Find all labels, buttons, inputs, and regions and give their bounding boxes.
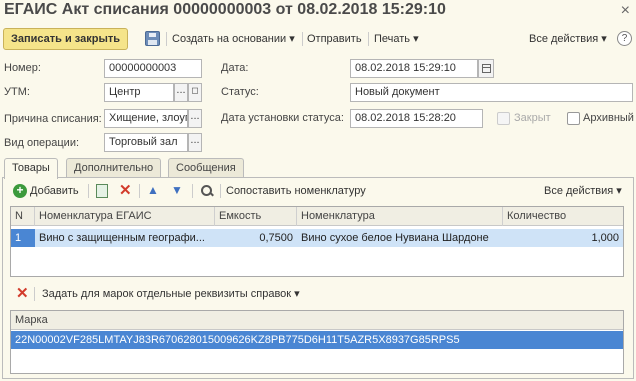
toolbar-divider xyxy=(368,32,369,46)
goods-all-actions-menu[interactable]: Все действия ▾ xyxy=(544,181,622,201)
save-icon[interactable] xyxy=(145,31,160,46)
marks-table-header: Марка xyxy=(11,311,623,330)
row-nomenclature: Вино сухое белое Нувиана Шардоне xyxy=(301,232,489,244)
chevron-down-icon: ▾ xyxy=(413,33,419,45)
tab-messages[interactable]: Сообщения xyxy=(168,158,244,178)
utm-select-button[interactable]: ... xyxy=(174,83,188,102)
row-capacity: 0,7500 xyxy=(259,232,293,244)
col-capacity[interactable]: Емкость xyxy=(215,207,297,226)
toolbar-divider xyxy=(166,32,167,46)
goods-table-header: N Номенклатура ЕГАИС Емкость Номенклатур… xyxy=(11,207,623,226)
date-label: Дата: xyxy=(221,62,249,74)
move-up-icon[interactable]: ▲ xyxy=(146,184,160,198)
row-number: 1 xyxy=(11,229,35,247)
status-label: Статус: xyxy=(221,86,259,98)
number-label: Номер: xyxy=(4,62,41,74)
status-field: Новый документ xyxy=(350,83,633,102)
col-quantity[interactable]: Количество xyxy=(503,207,623,226)
copy-icon[interactable] xyxy=(96,184,108,198)
status-date-field: 08.02.2018 15:28:20 xyxy=(350,109,483,128)
toolbar-divider xyxy=(220,184,221,198)
status-date-label: Дата установки статуса: xyxy=(221,112,344,124)
reason-field[interactable]: Хищение, злоуп xyxy=(104,109,188,128)
operation-select-button[interactable]: ... xyxy=(188,133,202,152)
utm-label: УТМ: xyxy=(4,86,30,98)
add-button[interactable]: Добавить xyxy=(30,181,79,201)
utm-open-button[interactable]: ◻ xyxy=(188,83,202,102)
help-icon[interactable]: ? xyxy=(617,31,632,46)
close-icon[interactable]: × xyxy=(621,2,630,20)
closed-label: Закрыт xyxy=(514,112,551,124)
save-close-button[interactable]: Записать и закрыть xyxy=(3,28,129,50)
main-toolbar: Записать и закрыть Создать на основании … xyxy=(2,27,634,51)
goods-toolbar: + Добавить ✕ ▲ ▼ Сопоставить номенклатур… xyxy=(8,181,628,201)
tab-additional[interactable]: Дополнительно xyxy=(66,158,162,178)
toolbar-divider xyxy=(302,32,303,46)
set-details-label: Задать для марок отдельные реквизиты спр… xyxy=(42,288,292,300)
print-label: Печать xyxy=(374,33,411,45)
marks-toolbar: ✕ Задать для марок отдельные реквизиты с… xyxy=(14,284,614,304)
table-row[interactable]: 1 Вино с защищенным географи... 0,7500 В… xyxy=(11,229,623,247)
toolbar-divider xyxy=(34,287,35,301)
create-based-menu[interactable]: Создать на основании ▾ xyxy=(172,27,295,51)
window-title: ЕГАИС Акт списания 00000000003 от 08.02.… xyxy=(4,1,446,18)
toolbar-divider xyxy=(88,184,89,198)
number-field[interactable]: 00000000003 xyxy=(104,59,202,78)
archive-label: Архивный xyxy=(583,112,634,124)
chevron-down-icon: ▾ xyxy=(294,288,300,300)
delete-icon[interactable]: ✕ xyxy=(119,182,132,199)
archive-checkbox[interactable] xyxy=(567,112,580,125)
marks-table[interactable]: Марка 22N00002VF285LMTAYJ83R670628015009… xyxy=(10,310,624,374)
col-nomenclature[interactable]: Номенклатура xyxy=(297,207,503,226)
row-quantity: 1,000 xyxy=(591,232,619,244)
chevron-down-icon: ▾ xyxy=(289,33,295,45)
create-based-label: Создать на основании xyxy=(172,33,287,45)
table-row[interactable]: 22N00002VF285LMTAYJ83R670628015009626KZ8… xyxy=(11,331,623,349)
set-details-menu[interactable]: Задать для марок отдельные реквизиты спр… xyxy=(42,284,300,304)
move-down-icon[interactable]: ▼ xyxy=(170,184,184,198)
calendar-icon[interactable] xyxy=(478,59,494,78)
utm-field[interactable]: Центр xyxy=(104,83,174,102)
toolbar-divider xyxy=(139,184,140,198)
row-egais-nomenclature: Вино с защищенным географи... xyxy=(39,232,205,244)
goods-table[interactable]: N Номенклатура ЕГАИС Емкость Номенклатур… xyxy=(10,206,624,277)
reason-select-button[interactable]: ... xyxy=(188,109,202,128)
search-icon[interactable] xyxy=(200,184,214,198)
operation-label: Вид операции: xyxy=(4,137,80,149)
chevron-down-icon: ▾ xyxy=(616,185,622,197)
col-n[interactable]: N xyxy=(11,207,35,226)
col-egais-nomenclature[interactable]: Номенклатура ЕГАИС xyxy=(35,207,215,226)
row-mark: 22N00002VF285LMTAYJ83R670628015009626KZ8… xyxy=(15,334,460,346)
all-actions-label: Все действия xyxy=(529,33,599,45)
closed-checkbox[interactable] xyxy=(497,112,510,125)
reason-label: Причина списания: xyxy=(4,113,102,125)
operation-field[interactable]: Торговый зал xyxy=(104,133,188,152)
match-nomenclature-button[interactable]: Сопоставить номенклатуру xyxy=(226,181,366,201)
goods-all-actions-label: Все действия xyxy=(544,185,614,197)
add-icon: + xyxy=(13,184,27,198)
send-button[interactable]: Отправить xyxy=(307,27,362,51)
delete-icon[interactable]: ✕ xyxy=(16,285,29,302)
all-actions-menu[interactable]: Все действия ▾ xyxy=(529,27,607,51)
date-field[interactable]: 08.02.2018 15:29:10 xyxy=(350,59,478,78)
toolbar-divider xyxy=(192,184,193,198)
print-menu[interactable]: Печать ▾ xyxy=(374,27,419,51)
chevron-down-icon: ▾ xyxy=(601,33,607,45)
tab-goods[interactable]: Товары xyxy=(4,158,58,179)
col-mark[interactable]: Марка xyxy=(11,311,623,330)
